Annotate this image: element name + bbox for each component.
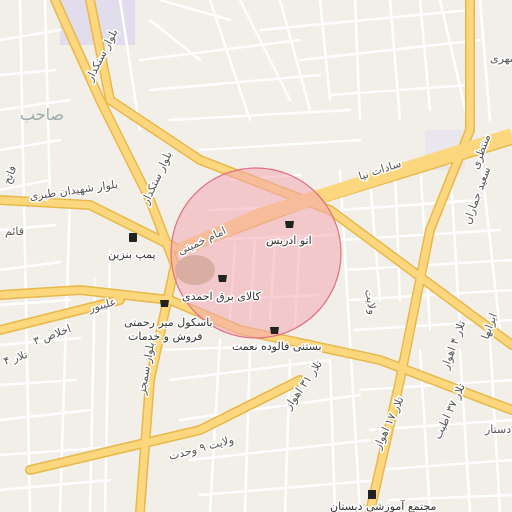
street-label: دستار [484, 423, 511, 436]
shop-icon [218, 275, 227, 282]
street-label: اخلاص ۳ [32, 322, 73, 348]
map-view[interactable]: بلوار ستکدار بلوار ستکدار بلوار شهیدان ط… [0, 0, 512, 512]
poi-label: کالای برق احمدی [182, 290, 261, 303]
shop-icon [285, 221, 294, 228]
poi-school[interactable]: مجتمع آموزشی دبستان [329, 490, 438, 512]
shop-icon [160, 300, 169, 307]
poi-label: باسکول میر رحمتی [124, 316, 213, 329]
fuel-icon [129, 233, 137, 242]
street-label: مهری [490, 52, 512, 65]
school-icon [368, 490, 376, 499]
street-label: صاحب [20, 105, 64, 124]
poi-label: فروش و خدمات [128, 330, 203, 343]
map-canvas[interactable]: بلوار ستکدار بلوار ستکدار بلوار شهیدان ط… [0, 0, 512, 512]
shop-icon [270, 327, 279, 334]
street-label: علیبور [86, 295, 117, 315]
street-label: تلار ۴ اهواز [438, 319, 468, 372]
poi-label: بستنی فالوده نعمت [232, 340, 322, 353]
street-label: ولایت [362, 288, 379, 315]
street-label: فاتح [1, 164, 20, 186]
street-label: قائم [5, 225, 24, 238]
poi-label: مجتمع آموزشی دبستان [330, 499, 436, 512]
search-radius-circle [170, 167, 342, 339]
street-label: تلار ۴ [2, 348, 29, 368]
poi-label: اتو ادریس [266, 234, 312, 247]
poi-label: پمپ بنزین [108, 248, 156, 261]
